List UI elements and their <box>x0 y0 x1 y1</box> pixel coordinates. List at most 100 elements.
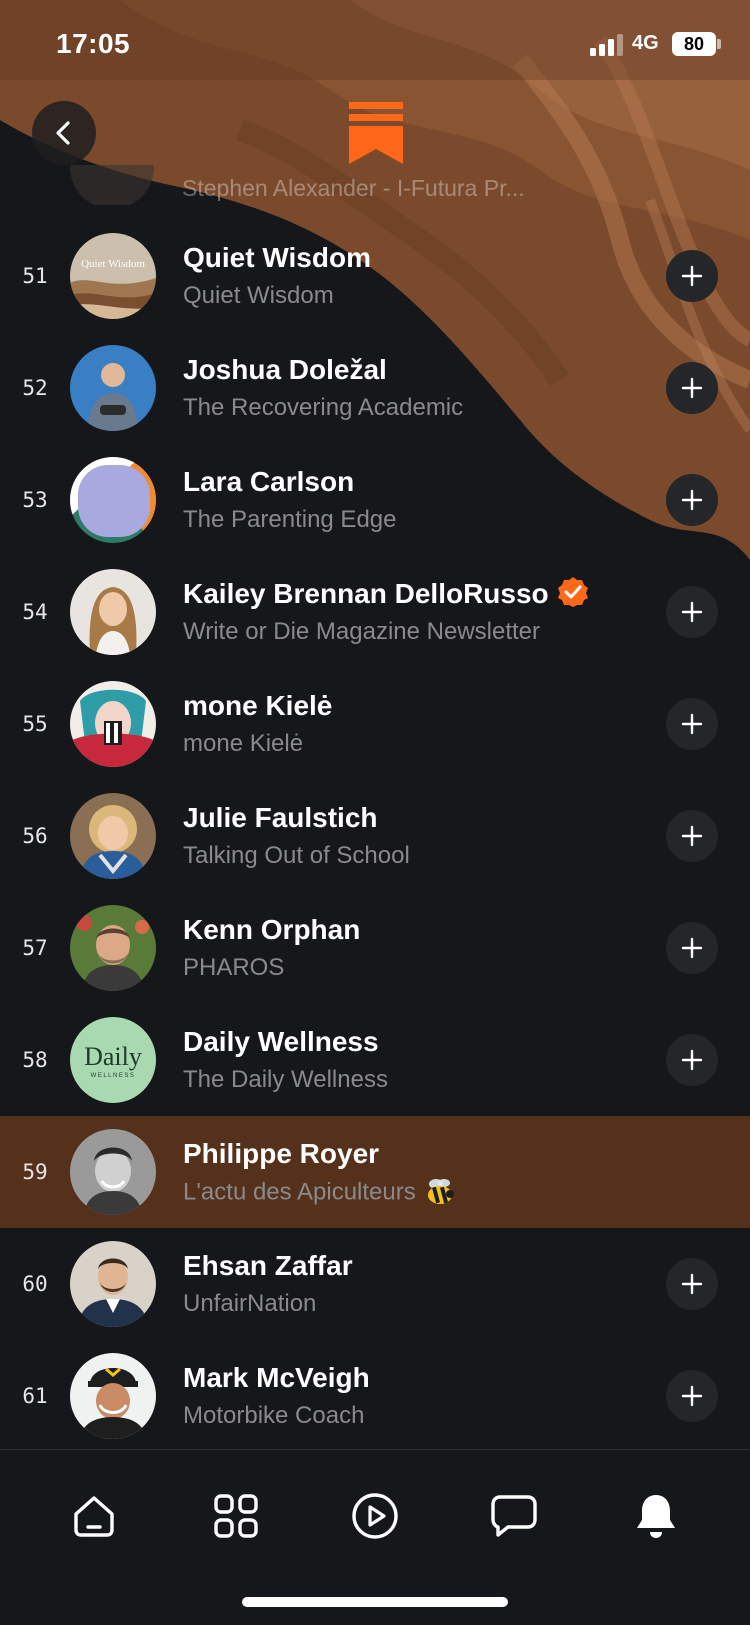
plus-icon <box>681 489 703 511</box>
publication-name-text: L'actu des Apiculteurs <box>183 1178 416 1206</box>
list-item[interactable]: 53 Lara Carlson The Parenting Edge <box>0 444 750 556</box>
plus-icon <box>681 1273 703 1295</box>
grid-icon <box>214 1494 258 1538</box>
plus-icon <box>681 377 703 399</box>
avatar[interactable] <box>70 1353 156 1439</box>
plus-icon <box>681 713 703 735</box>
list-item[interactable]: 57 Kenn Orphan PHAROS <box>0 892 750 1004</box>
rank-number: 55 <box>22 712 48 736</box>
publication-name: Motorbike Coach <box>183 1402 365 1429</box>
avatar[interactable] <box>70 1241 156 1327</box>
list-item[interactable]: 56 Julie Faulstich Talking Out of School <box>0 780 750 892</box>
home-indicator <box>242 1597 508 1607</box>
follow-button[interactable] <box>666 474 718 526</box>
rank-number: 54 <box>22 600 48 624</box>
tab-media[interactable] <box>345 1486 405 1546</box>
bell-icon <box>637 1495 675 1538</box>
rank-number: 52 <box>22 376 48 400</box>
home-icon <box>74 1496 114 1537</box>
avatar-daily-text: Daily <box>84 1042 142 1071</box>
follow-button[interactable] <box>666 362 718 414</box>
follow-button[interactable] <box>666 698 718 750</box>
publication-name: Quiet Wisdom <box>183 282 334 309</box>
author-name: Kenn Orphan <box>183 914 361 945</box>
follow-button[interactable] <box>666 922 718 974</box>
avatar-wellness-text: WELLNESS <box>91 1073 136 1079</box>
avatar[interactable] <box>70 1129 156 1215</box>
publication-name: Write or Die Magazine Newsletter <box>183 618 541 645</box>
publication-name: mone Kielė <box>183 730 304 757</box>
list-item[interactable]: 52 Joshua Doležal The Recovering Academi… <box>0 332 750 444</box>
cellular-signal-icon <box>590 34 623 56</box>
battery-indicator: 80 <box>672 32 716 56</box>
author-name: Quiet Wisdom <box>183 242 371 273</box>
list-item[interactable]: 51 Quiet Wisdom Quiet Wisdom Quiet Wisdo… <box>0 220 750 332</box>
author-name: Ehsan Zaffar <box>183 1250 353 1281</box>
tab-activity[interactable] <box>626 1486 686 1546</box>
publication-name: The Daily Wellness <box>183 1066 388 1093</box>
substack-logo-icon <box>349 102 403 164</box>
list-item[interactable]: 58 Daily WELLNESS Daily Wellness The Dai… <box>0 1004 750 1116</box>
author-name-text: Kailey Brennan DelloRusso <box>183 578 549 609</box>
rank-number: 61 <box>22 1384 48 1408</box>
status-bar: 17:05 4G 80 <box>0 0 750 92</box>
tab-chat[interactable] <box>484 1486 544 1546</box>
author-name: Daily Wellness <box>183 1026 379 1057</box>
follow-button[interactable] <box>666 1258 718 1310</box>
plus-icon <box>681 601 703 623</box>
plus-icon <box>681 265 703 287</box>
avatar[interactable] <box>70 793 156 879</box>
author-name: Kailey Brennan DelloRusso <box>183 576 589 612</box>
author-name: mone Kielė <box>183 690 333 721</box>
chat-icon <box>491 1495 537 1537</box>
rank-number: 53 <box>22 488 48 512</box>
partial-list-item: Stephen Alexander - I-Futura Pr... <box>68 165 628 205</box>
publication-name: PHAROS <box>183 954 285 981</box>
rank-number: 51 <box>22 264 48 288</box>
plus-icon <box>681 937 703 959</box>
avatar-quiet-wisdom-text: Quiet Wisdom <box>81 258 145 270</box>
avatar[interactable] <box>70 569 156 655</box>
rank-number: 59 <box>22 1160 48 1184</box>
follow-button[interactable] <box>666 250 718 302</box>
publication-name: UnfairNation <box>183 1290 317 1317</box>
avatar[interactable]: Daily WELLNESS <box>70 1017 156 1103</box>
rank-number: 58 <box>22 1048 48 1072</box>
partial-subtitle: Stephen Alexander - I-Futura Pr... <box>182 175 525 201</box>
follow-button[interactable] <box>666 810 718 862</box>
list-item[interactable]: 61 Mark McVeigh Motorbike Coach <box>0 1340 750 1452</box>
list-item[interactable]: 55 mone Kielė mone Kielė <box>0 668 750 780</box>
tab-explore[interactable] <box>206 1486 266 1546</box>
follow-button[interactable] <box>666 1034 718 1086</box>
avatar[interactable]: Quiet Wisdom <box>70 233 156 319</box>
follow-button[interactable] <box>666 1370 718 1422</box>
verified-badge-icon <box>557 576 588 607</box>
avatar[interactable] <box>70 345 156 431</box>
bee-icon <box>427 1179 454 1204</box>
network-type: 4G <box>632 32 659 54</box>
rank-number: 60 <box>22 1272 48 1296</box>
leaderboard-list: 51 Quiet Wisdom Quiet Wisdom Quiet Wisdo… <box>0 220 750 1452</box>
publication-name: Talking Out of School <box>183 842 410 869</box>
play-icon <box>352 1493 398 1539</box>
list-item[interactable]: 54 Kailey Brennan DelloRusso Write or Di… <box>0 556 750 668</box>
list-item-current-user[interactable]: 59 Philippe Royer L'actu des Apiculteurs <box>0 1116 750 1228</box>
author-name: Lara Carlson <box>183 466 355 497</box>
list-item[interactable]: 60 Ehsan Zaffar UnfairNation <box>0 1228 750 1340</box>
plus-icon <box>681 1385 703 1407</box>
avatar[interactable] <box>70 905 156 991</box>
follow-button[interactable] <box>666 586 718 638</box>
author-name: Joshua Doležal <box>183 354 387 385</box>
tab-home[interactable] <box>64 1486 124 1546</box>
avatar[interactable] <box>70 457 156 543</box>
publication-name: L'actu des Apiculteurs <box>183 1178 456 1208</box>
publication-name: The Parenting Edge <box>183 506 397 533</box>
author-name: Mark McVeigh <box>183 1362 370 1393</box>
back-button[interactable] <box>32 101 96 165</box>
author-name: Philippe Royer <box>183 1138 380 1169</box>
avatar[interactable] <box>70 681 156 767</box>
battery-tip <box>717 39 721 49</box>
avatar <box>70 165 154 205</box>
rank-number: 57 <box>22 936 48 960</box>
status-time: 17:05 <box>56 28 131 59</box>
